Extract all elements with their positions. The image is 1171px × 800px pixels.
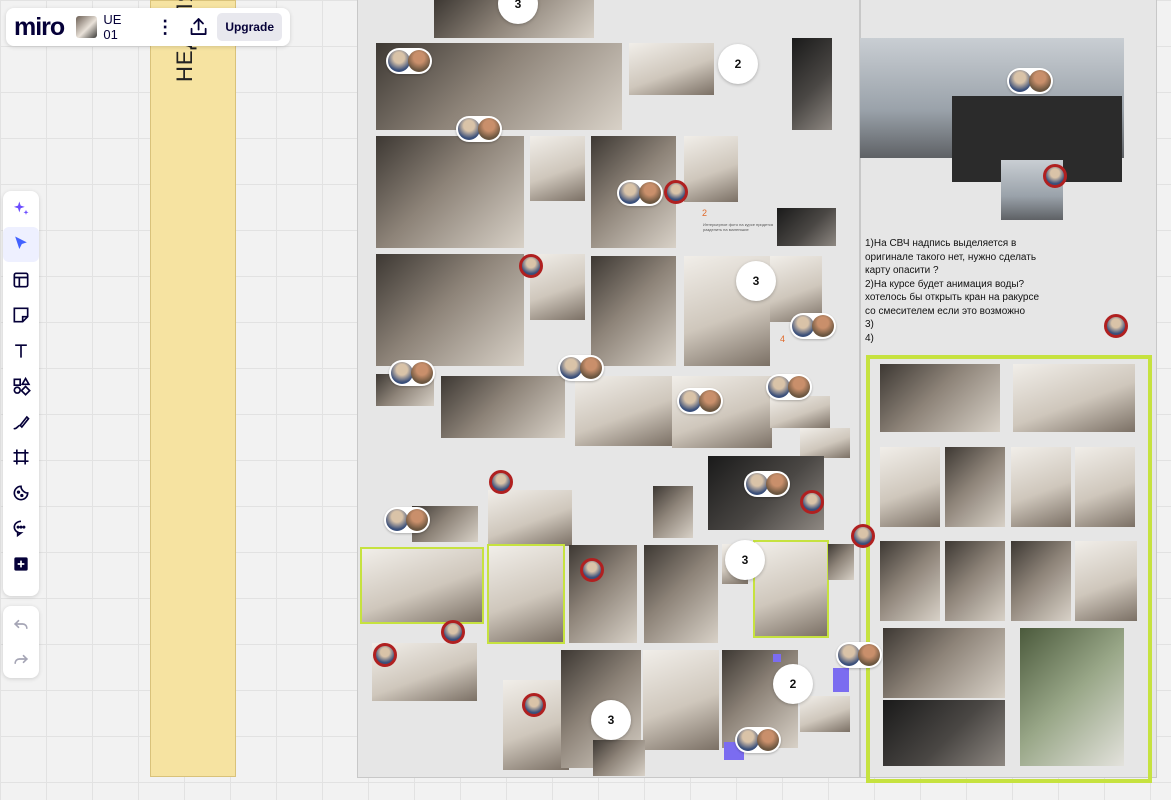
render-image[interactable] — [800, 696, 850, 732]
board-thumbnail — [76, 16, 98, 38]
comment-count-bubble[interactable]: 3 — [725, 540, 765, 580]
render-image[interactable] — [792, 38, 832, 130]
collaborator-avatar[interactable] — [489, 470, 513, 494]
upgrade-button[interactable]: Upgrade — [217, 13, 282, 41]
board-name[interactable]: UE 01 — [103, 12, 138, 42]
collaborator-avatar[interactable] — [580, 558, 604, 582]
miro-logo[interactable]: miro — [14, 13, 65, 42]
stickers-icon[interactable] — [3, 475, 39, 511]
pen-icon[interactable] — [3, 404, 39, 440]
sticky-note-icon[interactable] — [3, 298, 39, 334]
render-image[interactable] — [591, 256, 676, 366]
render-image[interactable] — [653, 486, 693, 538]
purple-marker[interactable] — [773, 654, 781, 662]
undo-icon[interactable] — [3, 606, 39, 642]
collaborator-avatars[interactable] — [384, 507, 430, 533]
render-image[interactable] — [530, 136, 585, 201]
more-tools-icon[interactable] — [3, 546, 39, 582]
collaborator-avatars[interactable] — [677, 388, 723, 414]
export-icon[interactable] — [188, 16, 209, 38]
board-header: miro UE 01 ⋮ Upgrade — [6, 8, 290, 46]
ai-sparkle-icon[interactable] — [3, 191, 39, 227]
render-image[interactable] — [777, 208, 836, 246]
render-image[interactable] — [770, 396, 830, 428]
collaborator-avatar[interactable] — [522, 693, 546, 717]
render-image[interactable] — [569, 545, 637, 643]
select-icon[interactable] — [3, 226, 39, 262]
frame-icon[interactable] — [3, 440, 39, 476]
annotation-number: 2 — [702, 208, 708, 218]
render-image[interactable] — [644, 545, 718, 643]
render-image[interactable] — [828, 544, 854, 580]
redo-icon[interactable] — [3, 642, 39, 678]
collaborator-avatar[interactable] — [373, 643, 397, 667]
collaborator-avatars[interactable] — [836, 642, 882, 668]
collaborator-avatar[interactable] — [800, 490, 824, 514]
text-icon[interactable] — [3, 333, 39, 369]
collaborator-avatars[interactable] — [1007, 68, 1053, 94]
comment-note-text[interactable]: 1)На СВЧ надпись выделяется в оригинале … — [865, 237, 1055, 345]
collaborator-avatars[interactable] — [744, 471, 790, 497]
collaborator-avatars[interactable] — [386, 48, 432, 74]
annotation-number: 4 — [780, 334, 786, 344]
collaborator-avatars[interactable] — [389, 360, 435, 386]
render-image[interactable] — [629, 43, 714, 95]
render-image[interactable] — [376, 254, 524, 366]
collaborator-avatar[interactable] — [441, 620, 465, 644]
purple-marker[interactable] — [833, 668, 849, 692]
collaborator-avatars[interactable] — [456, 116, 502, 142]
comment-count-bubble[interactable]: 2 — [773, 664, 813, 704]
collaborator-avatars[interactable] — [766, 374, 812, 400]
render-image[interactable] — [441, 376, 565, 438]
collaborator-avatars[interactable] — [617, 180, 663, 206]
comment-count-bubble[interactable]: 2 — [718, 44, 758, 84]
yellow-sticky-strip[interactable] — [150, 0, 236, 777]
collaborator-avatars[interactable] — [558, 355, 604, 381]
collaborator-avatars[interactable] — [735, 727, 781, 753]
collaborator-avatar[interactable] — [851, 524, 875, 548]
render-image-selected[interactable] — [360, 547, 484, 624]
render-image[interactable] — [684, 136, 738, 202]
comment-count-bubble[interactable]: 3 — [736, 261, 776, 301]
render-image-selected[interactable] — [753, 540, 829, 638]
selection-highlight-frame[interactable] — [866, 355, 1152, 783]
render-image[interactable] — [488, 490, 572, 546]
render-image[interactable] — [376, 136, 524, 248]
tiny-caption: Интерьерное фото на курсе придется разде… — [703, 222, 774, 232]
collaborator-avatars[interactable] — [790, 313, 836, 339]
collaborator-avatar[interactable] — [1104, 314, 1128, 338]
comment-count-bubble[interactable]: 3 — [591, 700, 631, 740]
templates-icon[interactable] — [3, 262, 39, 298]
collaborator-avatar[interactable] — [1043, 164, 1067, 188]
collaborator-avatar[interactable] — [519, 254, 543, 278]
comment-icon[interactable] — [3, 511, 39, 547]
more-vertical-icon[interactable]: ⋮ — [156, 17, 174, 38]
creation-toolbar — [3, 191, 39, 596]
history-toolbar — [3, 606, 39, 678]
render-image[interactable] — [643, 650, 719, 750]
collaborator-avatar[interactable] — [664, 180, 688, 204]
render-image[interactable] — [593, 740, 645, 776]
render-image[interactable] — [575, 376, 672, 446]
shapes-icon[interactable] — [3, 369, 39, 405]
render-image[interactable] — [800, 428, 850, 458]
render-image-selected[interactable] — [487, 544, 565, 644]
